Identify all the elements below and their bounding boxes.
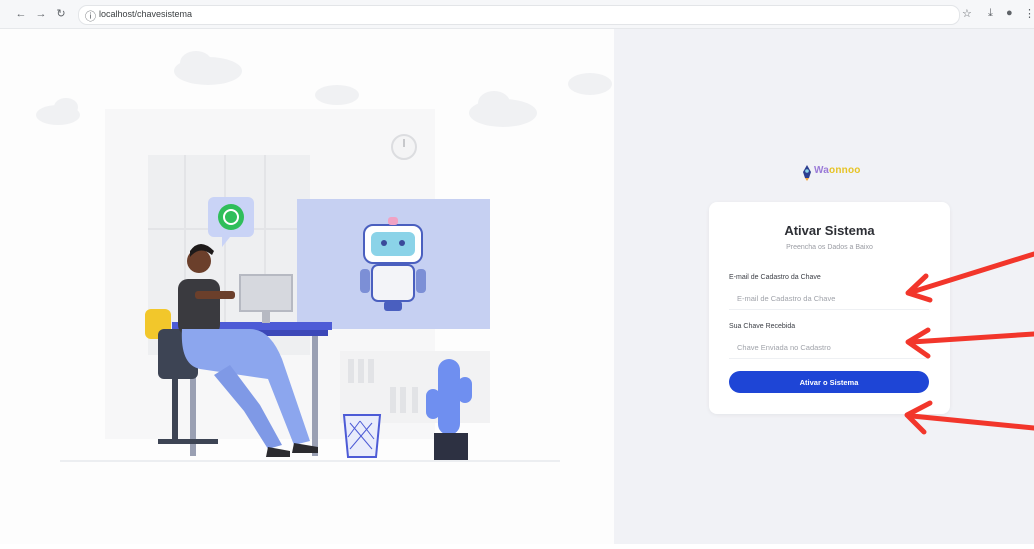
- site-info-icon[interactable]: ⓘ: [85, 8, 96, 24]
- back-icon[interactable]: ←: [14, 7, 28, 21]
- activate-button[interactable]: Ativar o Sistema: [729, 371, 929, 393]
- email-input[interactable]: [729, 288, 929, 310]
- star-icon[interactable]: ☆: [962, 7, 972, 20]
- url-text: localhost/chavesistema: [99, 9, 193, 19]
- form-title: Ativar Sistema: [784, 223, 875, 238]
- key-input[interactable]: [729, 337, 929, 359]
- form-subtitle: Preencha os Dados a Baixo: [786, 244, 873, 251]
- rocket-icon: [803, 165, 811, 181]
- download-icon[interactable]: ⤓: [988, 7, 993, 20]
- address-bar[interactable]: ⓘ localhost/chavesistema: [78, 5, 960, 25]
- key-label: Sua Chave Recebida: [729, 323, 796, 330]
- reload-icon[interactable]: ↻: [54, 7, 68, 21]
- brand-logo: Waonnoo: [800, 162, 870, 184]
- illustration-panel: [0, 29, 614, 544]
- menu-icon[interactable]: ⋮: [1024, 7, 1034, 20]
- email-label: E-mail de Cadastro da Chave: [729, 274, 821, 281]
- logo-text-accent: Wa: [814, 165, 830, 176]
- office-illustration: [36, 51, 612, 462]
- profile-icon[interactable]: ●: [1006, 7, 1013, 19]
- activation-card: Ativar Sistema Preencha os Dados a Baixo…: [709, 202, 950, 414]
- forward-icon[interactable]: →: [34, 7, 48, 21]
- logo-text: onnoo: [829, 165, 861, 176]
- browser-toolbar: ← → ↻ ⓘ localhost/chavesistema ☆ ⤓ ● ⋮: [0, 0, 1034, 29]
